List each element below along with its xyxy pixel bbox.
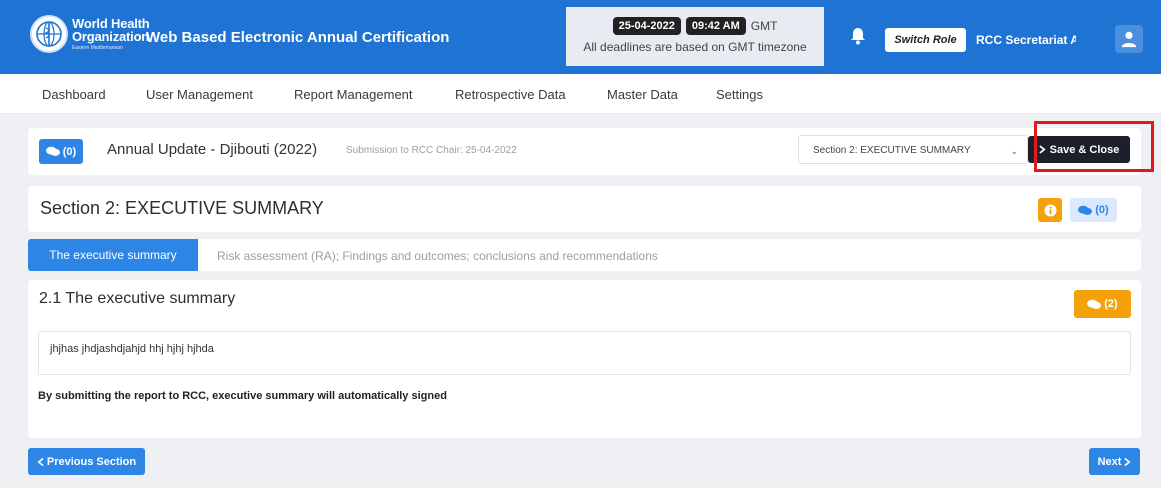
section-header: Section 2: EXECUTIVE SUMMARY (0): [28, 186, 1141, 232]
next-section-button[interactable]: Next: [1089, 448, 1140, 475]
report-comment-count: (0): [62, 145, 77, 158]
current-time: 09:42 AM: [685, 17, 746, 35]
report-comments-button[interactable]: (0): [39, 139, 83, 164]
nav-user-management[interactable]: User Management: [146, 87, 253, 102]
who-logo[interactable]: World Health Organization Eastern Medite…: [30, 15, 150, 53]
section-select[interactable]: Section 2: EXECUTIVE SUMMARY ⌄: [798, 135, 1028, 164]
bell-icon[interactable]: [848, 26, 868, 46]
deadline-note: All deadlines are based on GMT timezone: [583, 40, 807, 54]
chevron-down-icon: ⌄: [1010, 146, 1018, 156]
section-comment-count: (0): [1095, 204, 1109, 216]
user-menu-button[interactable]: [1115, 25, 1143, 53]
executive-summary-textarea[interactable]: jhjhas jhdjashdjahjd hhj hjhj hjhda: [38, 331, 1131, 375]
timezone-label: GMT: [750, 19, 778, 33]
switch-role-button[interactable]: Switch Role: [885, 28, 966, 52]
app-title: Web Based Electronic Annual Certificatio…: [146, 29, 450, 46]
subsection-comments-button[interactable]: (2): [1074, 290, 1131, 318]
main-nav: Dashboard User Management Report Managem…: [0, 74, 1161, 114]
nav-master-data[interactable]: Master Data: [607, 87, 678, 102]
executive-summary-panel: 2.1 The executive summary (2) jhjhas jhd…: [28, 280, 1141, 438]
section-select-value: Section 2: EXECUTIVE SUMMARY: [813, 145, 971, 156]
org-name-line2: Organization: [72, 29, 150, 44]
tab-executive-summary[interactable]: The executive summary: [28, 239, 198, 271]
highlight-box: [1034, 121, 1154, 172]
comments-icon: [45, 146, 60, 156]
user-icon: [1121, 31, 1137, 48]
section-tabs: The executive summary Risk assessment (R…: [28, 239, 1141, 271]
subsection-comment-count: (2): [1104, 298, 1118, 310]
info-button[interactable]: [1038, 198, 1062, 222]
top-bar: World Health Organization Eastern Medite…: [0, 0, 1161, 74]
report-title: Annual Update - Djibouti (2022): [107, 141, 318, 158]
comments-icon: [1078, 205, 1093, 215]
nav-dashboard[interactable]: Dashboard: [42, 87, 106, 102]
submission-date: Submission to RCC Chair: 25-04-2022: [346, 145, 517, 156]
nav-retrospective-data[interactable]: Retrospective Data: [455, 87, 566, 102]
previous-section-button[interactable]: Previous Section: [28, 448, 145, 475]
user-name[interactable]: RCC Secretariat Ac: [976, 33, 1076, 47]
signing-note: By submitting the report to RCC, executi…: [38, 390, 447, 402]
server-clock: 25-04-2022 09:42 AM GMT All deadlines ar…: [566, 7, 824, 66]
chevron-left-icon: [37, 457, 44, 466]
previous-section-label: Previous Section: [46, 455, 137, 468]
subsection-title: 2.1 The executive summary: [39, 290, 236, 307]
who-logo-icon: [30, 15, 68, 53]
comments-icon: [1087, 299, 1102, 309]
nav-settings[interactable]: Settings: [716, 87, 763, 102]
org-region: Eastern Mediterranean: [72, 45, 123, 51]
chevron-right-icon: [1124, 457, 1132, 466]
current-date: 25-04-2022: [612, 17, 681, 35]
next-section-label: Next: [1097, 455, 1122, 468]
nav-report-management[interactable]: Report Management: [294, 87, 413, 102]
tab-risk-assessment[interactable]: Risk assessment (RA); Findings and outco…: [217, 249, 658, 263]
info-icon: [1043, 203, 1057, 217]
section-title: Section 2: EXECUTIVE SUMMARY: [40, 198, 324, 218]
section-comments-button[interactable]: (0): [1070, 198, 1117, 222]
report-header: (0) Annual Update - Djibouti (2022) Subm…: [28, 128, 1141, 175]
